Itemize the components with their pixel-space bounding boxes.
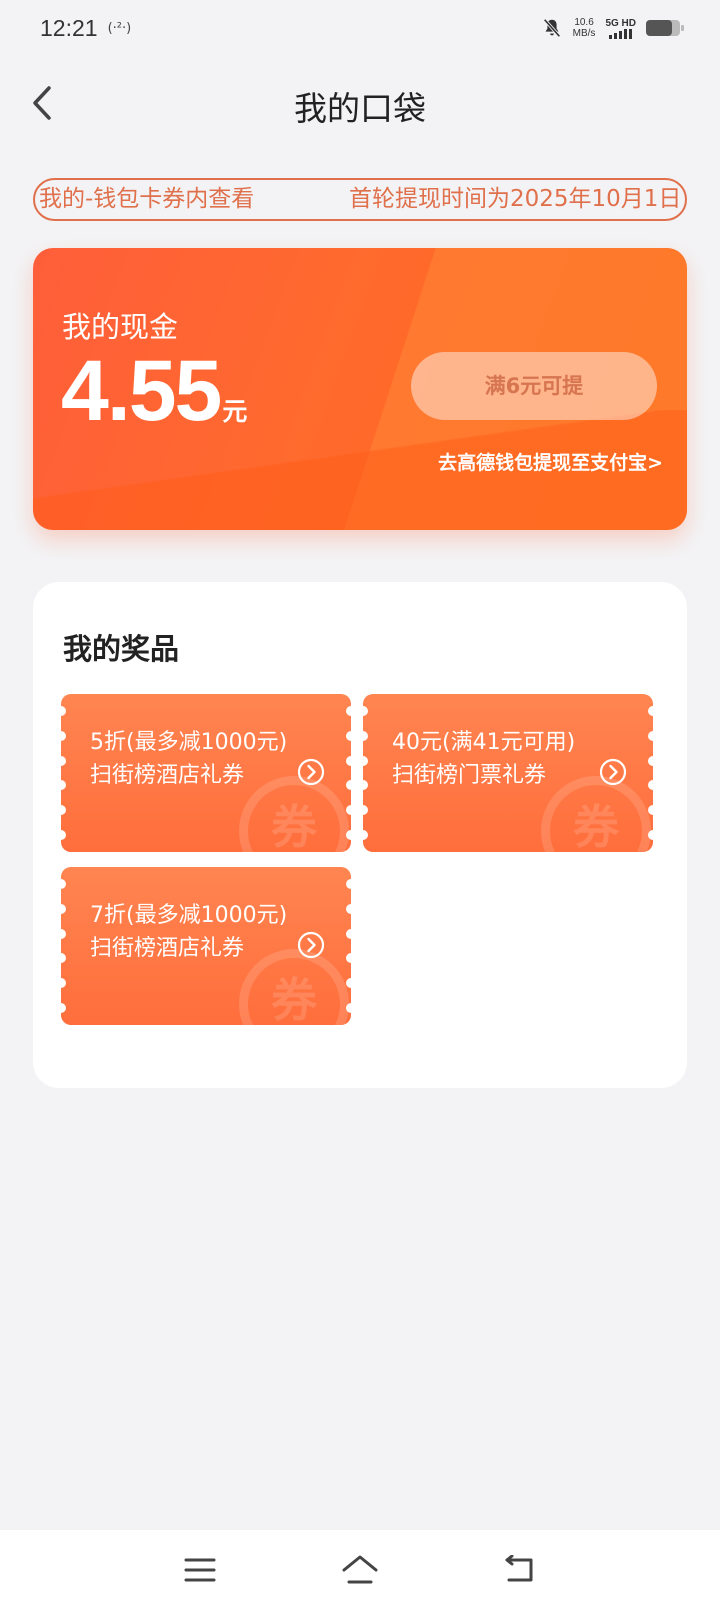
notice-text-1: 我的-钱包卡券内查看 bbox=[39, 186, 255, 212]
cash-amount-unit: 元 bbox=[222, 397, 248, 426]
nav-header: 我的口袋 bbox=[0, 56, 720, 146]
coupon-name: 扫街榜门票礼券 bbox=[392, 763, 547, 788]
coupon-watermark: 券 bbox=[239, 776, 349, 852]
system-nav-bar bbox=[0, 1530, 720, 1612]
cell-signal: 5G HD bbox=[605, 18, 636, 39]
net-speed-unit: MB/s bbox=[572, 28, 596, 39]
chevron-right-circle-icon[interactable] bbox=[297, 758, 325, 786]
coupon-discount: 40元(满41元可用) bbox=[392, 730, 576, 755]
coupon-card[interactable]: 券 7折(最多减1000元) 扫街榜酒店礼券 bbox=[61, 867, 351, 1025]
coupon-discount: 5折(最多减1000元) bbox=[90, 730, 288, 755]
status-time: 12:21 bbox=[40, 14, 98, 41]
page-title: 我的口袋 bbox=[294, 89, 426, 128]
battery-fill bbox=[646, 20, 672, 36]
chevron-right-circle-icon[interactable] bbox=[599, 758, 627, 786]
coupon-notches bbox=[61, 879, 66, 1013]
signal-bars-icon bbox=[605, 28, 636, 39]
coupon-notches bbox=[346, 706, 351, 840]
menu-button[interactable] bbox=[180, 1552, 220, 1588]
prizes-title: 我的奖品 bbox=[63, 632, 180, 666]
status-left: 12:21 (·²·) bbox=[40, 15, 131, 42]
prizes-card: 我的奖品 券 5折(最多减1000元) 扫街榜酒店礼券 券 40元(满41元可用… bbox=[33, 582, 687, 1088]
cash-amount-value: 4.55 bbox=[61, 343, 222, 439]
notice-marquee: 我的-钱包卡券内查看 首轮提现时间为2025年10月1日 bbox=[33, 178, 687, 221]
wallet-withdraw-link[interactable]: 去高德钱包提现至支付宝> bbox=[438, 448, 663, 475]
status-right: 10.6 MB/s 5G HD bbox=[541, 17, 684, 39]
coupon-notches bbox=[346, 879, 351, 1013]
net-speed-value: 10.6 bbox=[574, 17, 594, 28]
coupon-notches bbox=[61, 706, 66, 840]
coupon-name: 扫街榜酒店礼券 bbox=[90, 936, 245, 961]
coupon-watermark: 券 bbox=[239, 949, 349, 1025]
withdraw-button[interactable]: 满6元可提 bbox=[411, 352, 657, 420]
bell-muted-icon bbox=[543, 18, 561, 38]
battery-icon bbox=[646, 20, 684, 36]
back-nav-button[interactable] bbox=[500, 1552, 540, 1588]
return-icon bbox=[505, 1555, 533, 1582]
coupon-watermark: 券 bbox=[541, 776, 651, 852]
cash-label: 我的现金 bbox=[62, 310, 179, 344]
home-button[interactable] bbox=[340, 1552, 380, 1588]
status-bar: 12:21 (·²·) 10.6 MB/s 5G HD bbox=[0, 0, 720, 56]
hotspot-icon: (·²·) bbox=[107, 20, 132, 36]
cash-amount: 4.55元 bbox=[61, 342, 247, 441]
coupon-discount: 7折(最多减1000元) bbox=[90, 903, 288, 928]
coupon-card[interactable]: 券 40元(满41元可用) 扫街榜门票礼券 bbox=[363, 694, 653, 852]
cash-card: 我的现金 4.55元 满6元可提 去高德钱包提现至支付宝> bbox=[33, 248, 687, 530]
menu-icon bbox=[184, 1558, 216, 1582]
net-speed: 10.6 MB/s bbox=[573, 17, 596, 39]
coupon-notches bbox=[363, 706, 368, 840]
coupon-notches bbox=[648, 706, 653, 840]
coupon-card[interactable]: 券 5折(最多减1000元) 扫街榜酒店礼券 bbox=[61, 694, 351, 852]
coupon-name: 扫街榜酒店礼券 bbox=[90, 763, 245, 788]
home-icon bbox=[342, 1555, 378, 1584]
network-type: 5G HD bbox=[605, 17, 636, 29]
notice-text-2: 首轮提现时间为2025年10月1日 bbox=[349, 186, 682, 212]
chevron-right-circle-icon[interactable] bbox=[297, 931, 325, 959]
